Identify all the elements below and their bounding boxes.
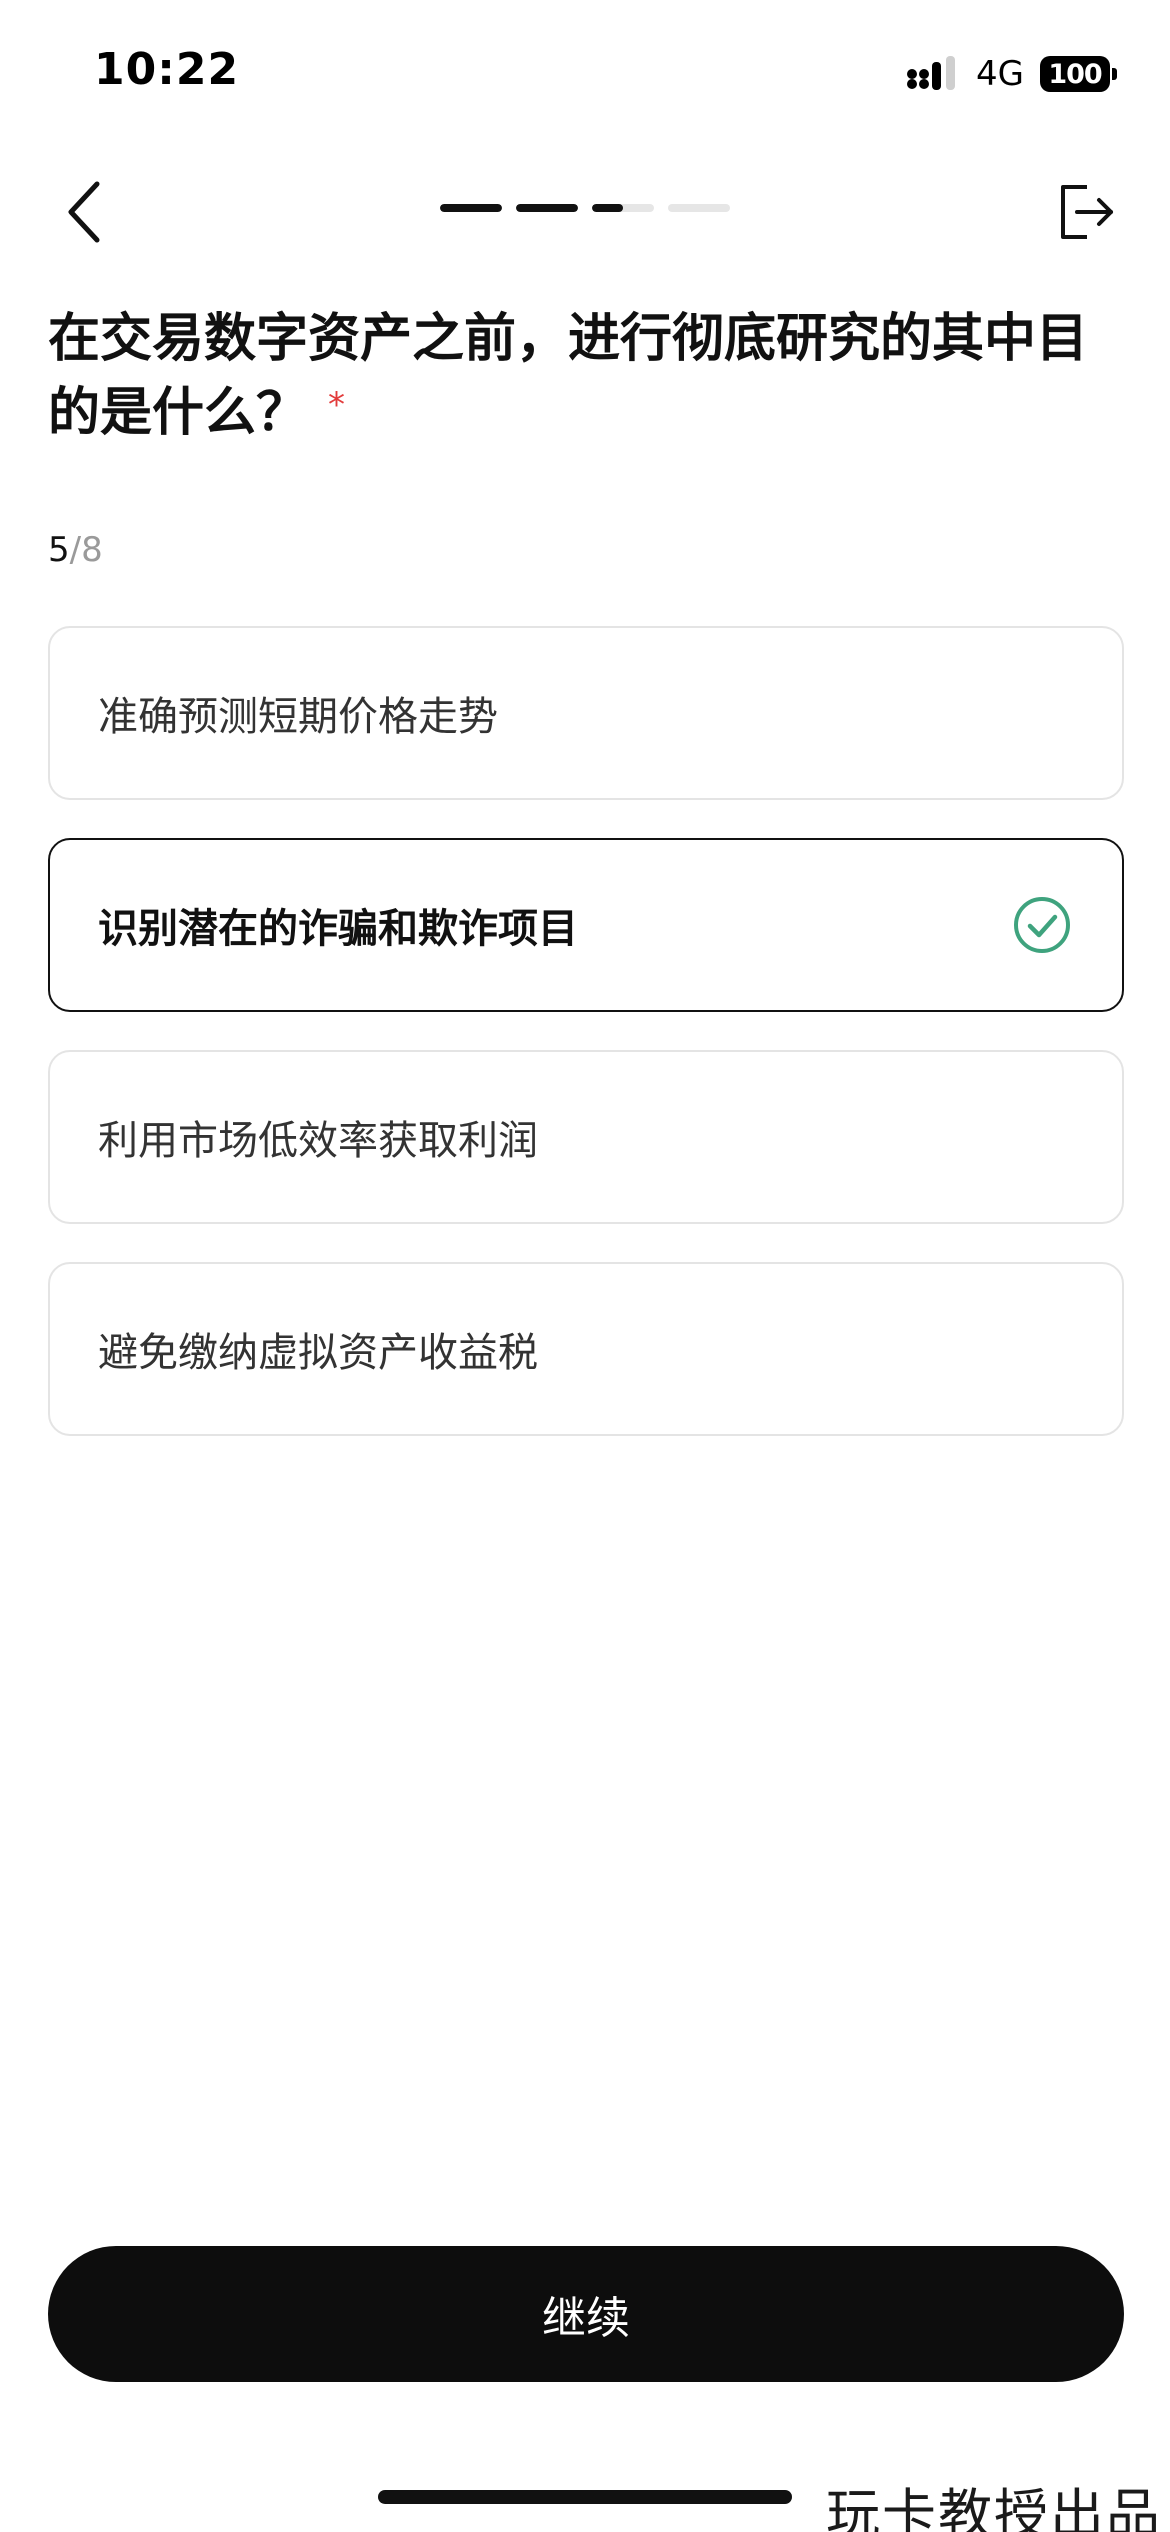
answer-options: 准确预测短期价格走势 识别潜在的诈骗和欺诈项目 利用市场低效率获取利润 避免缴纳… [48,626,1124,1474]
answer-option-label: 识别潜在的诈骗和欺诈项目 [98,906,578,952]
quiz-screen: 10:22 4G 100 在交易数字资产之前，进行彻底研究的其中目的是什么？ *… [0,0,1170,2532]
exit-icon [1061,185,1113,239]
status-bar: 10:22 4G 100 [0,0,1170,150]
answer-option-label: 利用市场低效率获取利润 [98,1118,538,1164]
battery-icon: 100 [1040,56,1117,92]
progress-step [668,204,730,212]
question-counter: 5/8 [48,530,103,570]
progress-step [592,204,654,212]
check-circle-icon [1014,897,1070,953]
answer-option[interactable]: 利用市场低效率获取利润 [48,1050,1124,1224]
status-time: 10:22 [94,44,240,95]
progress-step [516,204,578,212]
current-question-number: 5 [48,530,70,570]
signal-icon [906,56,960,92]
home-indicator[interactable] [378,2490,792,2504]
counter-separator: / [69,530,82,570]
total-question-count: 8 [81,530,103,570]
status-indicators: 4G 100 [906,52,1117,96]
continue-button[interactable]: 继续 [48,2246,1124,2382]
back-button[interactable] [50,172,120,252]
chevron-left-icon [68,181,100,243]
progress-indicator [440,204,730,212]
question-text: 在交易数字资产之前，进行彻底研究的其中目的是什么？ [48,309,1089,443]
progress-step [440,204,502,212]
exit-button[interactable] [1046,172,1126,252]
watermark-text: 玩卡教授出品 [826,2483,1162,2532]
required-mark: * [328,385,346,425]
answer-option[interactable]: 准确预测短期价格走势 [48,626,1124,800]
answer-option-label: 避免缴纳虚拟资产收益税 [98,1330,538,1376]
answer-option-label: 准确预测短期价格走势 [98,694,498,740]
answer-option-selected[interactable]: 识别潜在的诈骗和欺诈项目 [48,838,1124,1012]
network-label: 4G [976,54,1024,94]
battery-level: 100 [1048,58,1102,90]
answer-option[interactable]: 避免缴纳虚拟资产收益税 [48,1262,1124,1436]
question-title: 在交易数字资产之前，进行彻底研究的其中目的是什么？ * [48,302,1108,450]
